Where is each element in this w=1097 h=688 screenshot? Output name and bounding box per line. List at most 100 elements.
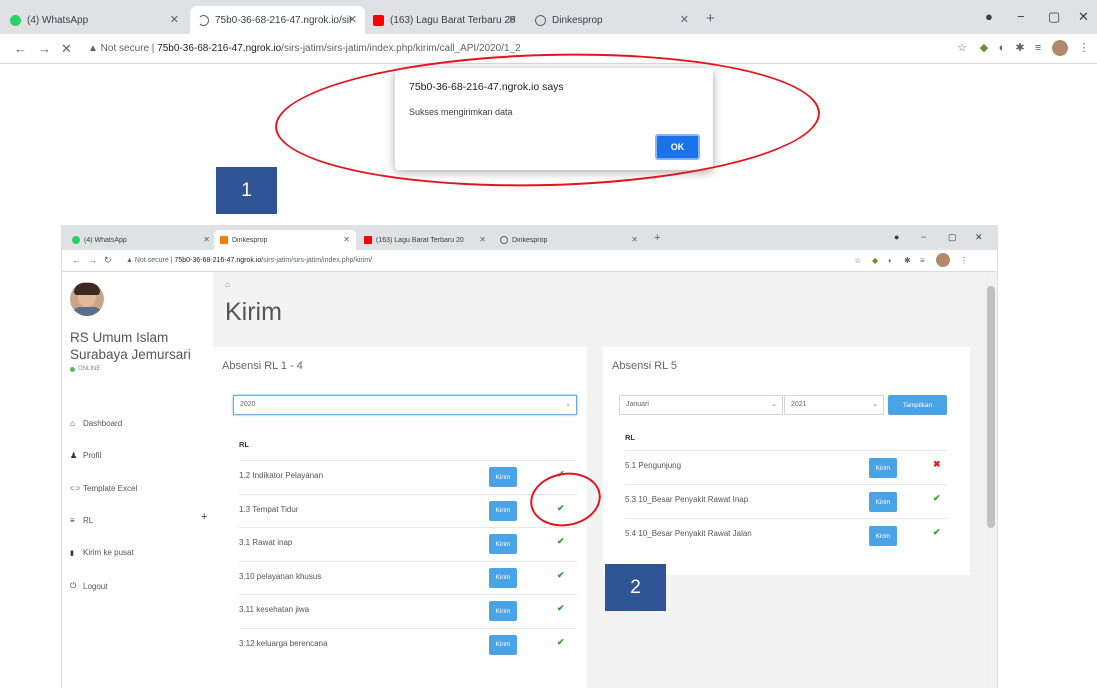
- tab-ngrok-active[interactable]: 75b0-36-68-216-47.ngrok.io/sir ✕: [190, 6, 365, 34]
- close-icon[interactable]: ✕: [680, 13, 689, 26]
- box-title: Absensi RL 1 - 4: [222, 360, 303, 372]
- annotation-marker-2: 2: [605, 564, 666, 611]
- puzzle-icon[interactable]: ✱: [904, 256, 911, 265]
- tampilkan-button[interactable]: Tampilkan: [888, 395, 947, 415]
- minimize-icon[interactable]: −: [1017, 9, 1025, 24]
- close-icon[interactable]: ✕: [348, 13, 357, 26]
- tab-whatsapp[interactable]: (4) WhatsApp ✕: [2, 6, 187, 34]
- window-close-icon[interactable]: ✕: [975, 232, 983, 243]
- box-absensi-rl-5: Absensi RL 5 Januari ⌄ 2021 ⌄ Tampilkan …: [603, 347, 970, 575]
- sidebar-item-dashboard[interactable]: ⌂ Dashboard: [70, 419, 122, 428]
- profile-dot-icon[interactable]: ●: [894, 232, 899, 242]
- close-icon[interactable]: ✕: [170, 13, 179, 26]
- profile-avatar-icon[interactable]: [936, 253, 950, 267]
- close-icon[interactable]: ✕: [343, 235, 350, 244]
- tab-label: Dinkesprop: [552, 14, 603, 26]
- sidebar-item-label: Logout: [83, 581, 108, 591]
- hospital-name: RS Umum Islam Surabaya Jemursari: [70, 329, 191, 363]
- expand-plus-icon[interactable]: +: [201, 511, 207, 523]
- scrollbar-thumb[interactable]: [987, 286, 995, 528]
- avatar: [70, 282, 104, 316]
- vertical-scrollbar[interactable]: [985, 272, 997, 688]
- menu-kebab-icon[interactable]: ⋮: [960, 256, 968, 265]
- table-row: 3.10 pelayanan khusus Kirim ✔: [239, 560, 577, 595]
- tab-label: (163) Lagu Barat Terbaru 20: [376, 236, 464, 244]
- close-icon[interactable]: ✕: [631, 235, 638, 244]
- extension-icon[interactable]: ◐: [996, 42, 1008, 54]
- kirim-button[interactable]: Kirim: [489, 601, 517, 621]
- tab-dinkesprop[interactable]: Dinkesprop ✕: [527, 6, 697, 34]
- tab-label: 75b0-36-68-216-47.ngrok.io/sir: [215, 14, 353, 26]
- rl-name: 5.3 10_Besar Penyakit Rawat Inap: [625, 495, 749, 504]
- reading-list-icon[interactable]: ≡: [920, 256, 925, 265]
- sidebar-item-logout[interactable]: ⏻ Logout: [70, 581, 107, 591]
- tab-youtube[interactable]: (163) Lagu Barat Terbaru 20 ✕: [365, 6, 525, 34]
- inner-address-bar: ← → ↻ ▲ Not secure | 75b0-36-68-216-47.n…: [62, 250, 997, 272]
- rl-name: 3.1 Rawat inap: [239, 538, 293, 547]
- new-tab-button[interactable]: +: [706, 10, 715, 27]
- star-icon[interactable]: ☆: [854, 256, 861, 265]
- sidebar-item-template-excel[interactable]: ⊂⊃ Template Excel: [70, 484, 137, 493]
- chevron-down-icon: ⌄: [771, 401, 777, 408]
- inner-browser-tab-bar: (4) WhatsApp ✕ Dinkesprop ✕ (163) Lagu B…: [62, 226, 997, 250]
- hospital-name-line1: RS Umum Islam: [70, 330, 169, 345]
- maximize-icon[interactable]: ▢: [948, 232, 957, 243]
- inner-tab-whatsapp[interactable]: (4) WhatsApp ✕: [66, 230, 216, 250]
- profile-avatar-icon[interactable]: [1052, 40, 1068, 56]
- month-select[interactable]: Januari ⌄: [619, 395, 783, 415]
- extension-icon[interactable]: ◐: [888, 256, 893, 265]
- check-icon: ✔: [557, 636, 565, 647]
- new-tab-button[interactable]: +: [654, 232, 660, 244]
- tab-label: Dinkesprop: [232, 236, 268, 244]
- rl-name: 1.3 Tempat Tidur: [239, 504, 299, 514]
- kirim-button[interactable]: Kirim: [869, 526, 897, 546]
- menu-kebab-icon[interactable]: ⋮: [1078, 42, 1090, 54]
- inner-tab-dinkesprop-active[interactable]: Dinkesprop ✕: [214, 230, 356, 250]
- site-icon: [220, 236, 228, 244]
- maximize-icon[interactable]: ▢: [1048, 9, 1060, 25]
- close-icon[interactable]: ✕: [508, 13, 517, 26]
- back-icon[interactable]: ←: [72, 255, 81, 265]
- sidebar-item-kirim-ke-pusat[interactable]: ▮ Kirim ke pusat: [70, 548, 134, 557]
- reading-list-icon[interactable]: ≡: [1032, 42, 1044, 54]
- stop-icon[interactable]: ✕: [61, 41, 72, 57]
- breadcrumb-home-icon[interactable]: ⌂: [225, 280, 230, 289]
- reload-icon[interactable]: ↻: [104, 255, 112, 266]
- extension-icon[interactable]: ◆: [872, 256, 878, 265]
- extension-icon[interactable]: ◆: [978, 42, 990, 54]
- kirim-button[interactable]: Kirim: [869, 492, 897, 512]
- kirim-button[interactable]: Kirim: [869, 458, 897, 478]
- year-select[interactable]: 2021 ⌄: [784, 395, 884, 415]
- kirim-button[interactable]: Kirim: [489, 467, 517, 487]
- inner-tab-dinkesprop[interactable]: Dinkesprop ✕: [494, 230, 644, 250]
- rl-name: 5.1 Pengunjung: [625, 461, 682, 470]
- back-icon[interactable]: ←: [14, 41, 27, 56]
- rl-name: 1.2 Indikator Pelayanan: [239, 471, 324, 480]
- year-select[interactable]: 2020 ⌄: [233, 395, 577, 415]
- star-icon[interactable]: ☆: [956, 42, 968, 54]
- year-select-value: 2020: [240, 401, 256, 408]
- rl-name: 5.4 10_Besar Penyakit Rawat Jalan: [625, 529, 752, 538]
- close-icon[interactable]: ✕: [203, 235, 210, 244]
- sidebar-item-profil[interactable]: ♟ Profil: [70, 451, 101, 460]
- globe-icon: [500, 236, 508, 244]
- window-close-icon[interactable]: ✕: [1078, 9, 1089, 25]
- close-icon[interactable]: ✕: [479, 235, 486, 244]
- kirim-button[interactable]: Kirim: [489, 534, 517, 554]
- forward-icon[interactable]: →: [88, 255, 97, 265]
- puzzle-icon[interactable]: ✱: [1014, 42, 1026, 54]
- kirim-button[interactable]: Kirim: [489, 500, 517, 521]
- sidebar-item-rl[interactable]: ≡ RL: [70, 516, 93, 525]
- power-icon: ⏻: [70, 581, 77, 590]
- kirim-button[interactable]: Kirim: [489, 634, 517, 655]
- minimize-icon[interactable]: −: [921, 232, 926, 242]
- tab-label: (4) WhatsApp: [84, 236, 127, 244]
- sidebar: RS Umum Islam Surabaya Jemursari ONLINE …: [62, 272, 213, 688]
- url-field[interactable]: ▲ Not secure | 75b0-36-68-216-47.ngrok.i…: [126, 254, 826, 268]
- sidebar-item-label: Template Excel: [83, 484, 138, 493]
- year-select-value: 2021: [791, 401, 807, 408]
- profile-dot-icon[interactable]: ●: [985, 9, 993, 24]
- inner-tab-youtube[interactable]: (163) Lagu Barat Terbaru 20 ✕: [358, 230, 492, 250]
- forward-icon[interactable]: →: [38, 41, 51, 56]
- kirim-button[interactable]: Kirim: [489, 567, 517, 588]
